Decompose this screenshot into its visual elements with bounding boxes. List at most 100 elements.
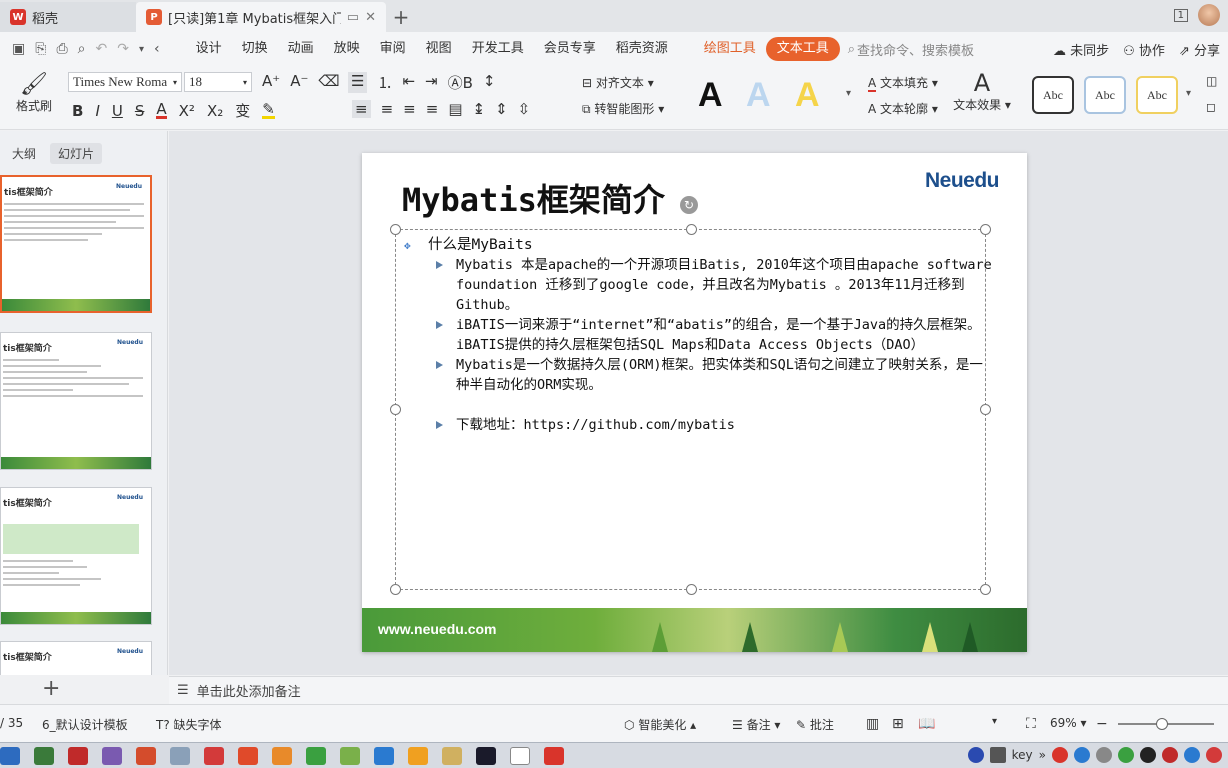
export-icon[interactable]: ⎘ — [35, 41, 46, 57]
strikethrough-icon[interactable]: S — [135, 102, 145, 120]
taskbar-app-icon[interactable] — [408, 746, 428, 765]
underline-icon[interactable]: U — [112, 102, 123, 120]
avatar[interactable] — [1198, 4, 1220, 26]
menu-transition[interactable]: 切换 — [232, 37, 278, 61]
justify-icon[interactable]: ≡ — [426, 100, 439, 118]
clear-format-icon[interactable]: ⌫ — [318, 72, 339, 90]
subscript-icon[interactable]: X₂ — [207, 102, 223, 120]
taskbar-app-icon[interactable] — [306, 746, 326, 765]
align-text-button[interactable]: ⊟ 对齐文本 ▾ — [582, 74, 654, 91]
notes-bar[interactable]: ☰ 单击此处添加备注 — [169, 676, 1228, 704]
resize-handle-br[interactable] — [980, 584, 991, 595]
shape-style-blue[interactable]: Abc — [1084, 76, 1126, 114]
tray-app-icon[interactable] — [1206, 747, 1222, 763]
zoom-out-icon[interactable]: − — [1096, 716, 1108, 732]
print-icon[interactable]: ⎙ — [56, 41, 67, 57]
text-outline-button[interactable]: A 文本轮廓 ▾ — [868, 100, 938, 117]
zoom-slider-thumb[interactable] — [1156, 718, 1168, 730]
resize-handle-bl[interactable] — [390, 584, 401, 595]
collab-button[interactable]: ⚇ 协作 — [1123, 40, 1165, 59]
dropdown-icon[interactable]: ▾ — [139, 44, 144, 55]
tray-app-icon[interactable] — [1074, 747, 1090, 763]
taskbar-app-icon[interactable] — [476, 746, 496, 765]
text-style-blue[interactable]: A — [746, 76, 771, 115]
column-icon[interactable]: ⇳ — [518, 100, 531, 118]
tray-app-icon[interactable] — [1118, 747, 1134, 763]
tray-expand-icon[interactable]: » — [1039, 748, 1046, 762]
align-right-icon[interactable]: ≡ — [403, 100, 416, 118]
taskbar-app-icon[interactable] — [544, 746, 564, 765]
preview-icon[interactable]: ⌕ — [78, 41, 86, 57]
taskbar-app-icon[interactable] — [102, 746, 122, 765]
font-grow-icon[interactable]: A⁺ — [262, 72, 280, 90]
text-style-black[interactable]: A — [698, 76, 723, 115]
resize-handle-tl[interactable] — [390, 224, 401, 235]
text-fill-button[interactable]: A 文本填充 ▾ — [868, 74, 938, 92]
move-icon[interactable]: ✥ — [404, 236, 411, 256]
distribute-icon[interactable]: ▤ — [448, 100, 462, 118]
text-effect-button[interactable]: A 文本效果 ▾ — [952, 70, 1012, 113]
notes-toggle-button[interactable]: ☰ 备注 ▾ — [732, 716, 780, 733]
add-slide-button[interactable]: + — [42, 676, 60, 701]
taskbar-app-icon[interactable] — [374, 746, 394, 765]
font-shrink-icon[interactable]: A⁻ — [290, 72, 308, 90]
taskbar-app-icon[interactable] — [0, 746, 20, 765]
resize-handle-tm[interactable] — [686, 224, 697, 235]
text-style-gold[interactable]: A — [795, 76, 820, 115]
menu-review[interactable]: 审阅 — [370, 37, 416, 61]
align-left-icon[interactable]: ≡ — [352, 100, 371, 118]
slide-thumbnail-1[interactable]: tis框架简介 Neuedu — [0, 175, 152, 313]
page-indicator[interactable]: / 35 — [0, 716, 23, 730]
redo-icon[interactable]: ↷ — [117, 41, 129, 57]
tray-app-icon[interactable] — [1184, 747, 1200, 763]
reading-view-icon[interactable]: 📖 — [918, 716, 935, 732]
rotate-handle-icon[interactable]: ↻ — [680, 196, 698, 214]
taskbar-app-icon[interactable] — [340, 746, 360, 765]
numbered-list-icon[interactable]: ⒈ — [377, 72, 392, 93]
pin-icon[interactable]: ▭ — [347, 10, 359, 25]
increase-indent-icon[interactable]: ⇥ — [425, 72, 438, 93]
window-switch-button[interactable]: 1 — [1173, 8, 1188, 22]
align-center-icon[interactable]: ≡ — [381, 100, 394, 118]
taskbar-app-icon[interactable] — [442, 746, 462, 765]
tray-app-icon[interactable] — [1052, 747, 1068, 763]
command-search[interactable]: 查找命令、搜索模板 — [857, 40, 974, 59]
menu-member[interactable]: 会员专享 — [534, 37, 606, 61]
view-dropdown-icon[interactable]: ▾ — [992, 716, 997, 727]
bold-icon[interactable]: B — [72, 102, 83, 120]
shape-fill-icon[interactable]: ◫ — [1206, 74, 1217, 88]
shape-style-black[interactable]: Abc — [1032, 76, 1074, 114]
shape-style-more-icon[interactable]: ▾ — [1186, 88, 1191, 99]
paragraph-spacing-icon[interactable]: ⇕ — [495, 100, 508, 118]
text-direction-icon[interactable]: ⒶB — [448, 72, 473, 93]
slide-title[interactable]: Mybatis框架简介 — [402, 175, 665, 221]
bullet-list-icon[interactable]: ☰ — [348, 72, 368, 93]
superscript-icon[interactable]: X² — [179, 102, 195, 120]
decrease-indent-icon[interactable]: ⇤ — [402, 72, 415, 93]
normal-view-icon[interactable]: ▥ — [866, 716, 879, 732]
taskbar-app-icon[interactable] — [34, 746, 54, 765]
resize-handle-tr[interactable] — [980, 224, 991, 235]
resize-handle-ml[interactable] — [390, 404, 401, 415]
taskbar-app-icon[interactable] — [136, 746, 156, 765]
slide-thumbnail-2[interactable]: tis框架简介 Neuedu — [0, 332, 152, 470]
menu-design[interactable]: 设计 — [186, 37, 232, 61]
tab-app[interactable]: W 稻壳 — [0, 2, 136, 32]
tray-app-icon[interactable] — [1096, 747, 1112, 763]
taskbar-app-icon[interactable] — [238, 746, 258, 765]
menu-developer[interactable]: 开发工具 — [462, 37, 534, 61]
taskbar-app-icon[interactable] — [204, 746, 224, 765]
zoom-slider[interactable] — [1118, 718, 1214, 730]
menu-animation[interactable]: 动画 — [278, 37, 324, 61]
taskbar-app-icon[interactable] — [68, 746, 88, 765]
tray-app-icon[interactable] — [1162, 747, 1178, 763]
taskbar-app-icon[interactable] — [170, 746, 190, 765]
font-name-select[interactable]: Times New Roma ▾ — [68, 72, 182, 92]
italic-icon[interactable]: I — [95, 102, 99, 120]
slide-body[interactable]: ✥ 什么是MyBaits Mybatis 本是apache的一个开源项目iBat… — [402, 235, 992, 435]
missing-font-button[interactable]: T? 缺失字体 — [156, 716, 222, 733]
slide-thumbnail-4[interactable]: tis框架简介 Neuedu — [0, 641, 152, 675]
template-name[interactable]: 6_默认设计模板 — [42, 716, 128, 733]
taskbar-app-icon[interactable] — [272, 746, 292, 765]
tray-app-icon[interactable] — [1140, 747, 1156, 763]
